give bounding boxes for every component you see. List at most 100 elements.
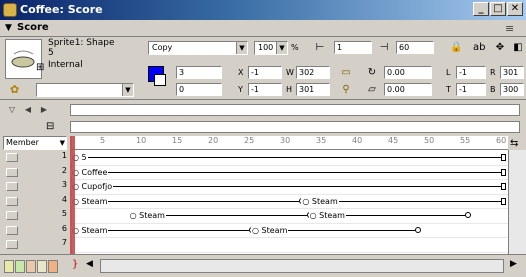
marker-menu-icon[interactable]: ▽ [4, 103, 20, 117]
ruler-tick: 10 [136, 136, 147, 145]
sprite-color-swatch[interactable] [48, 260, 58, 273]
h-field[interactable]: 301 [296, 83, 330, 96]
sprite-span[interactable] [73, 186, 501, 187]
sprite-color-swatch[interactable] [26, 260, 36, 273]
channel-toggle[interactable] [6, 211, 18, 220]
display-mode-dropdown[interactable]: Member ▼ [3, 136, 67, 150]
sprite-label[interactable]: ○ Steam [251, 225, 289, 235]
start-frame-field[interactable]: 1 [334, 41, 372, 54]
hide-effects-icon[interactable]: ⊟ [46, 121, 54, 132]
channel-gridline [72, 251, 508, 253]
flip-icon[interactable]: ⚲ [340, 84, 352, 96]
sprite-end-marker[interactable] [465, 212, 471, 218]
channel-row[interactable]: 3 [0, 179, 72, 193]
scale-icon[interactable]: ▭ [340, 67, 352, 79]
channel-toggle[interactable] [6, 153, 18, 162]
display-mode-value: Member [6, 138, 39, 147]
channel-toggle[interactable] [6, 196, 18, 206]
sprite-label[interactable]: ○ Cupofjo [71, 182, 114, 191]
start-frame-icon: ⊢ [315, 42, 325, 53]
sprite-color-swatch[interactable] [37, 260, 47, 273]
end-frame-icon: ⊣ [379, 42, 389, 53]
sprite-label[interactable]: ○ Steam [308, 211, 346, 220]
rotation-field[interactable]: 0.00 [384, 66, 432, 79]
t-field[interactable]: -1 [456, 83, 486, 96]
y-label: Y [238, 85, 243, 94]
sprite-label[interactable]: ○ Steam [71, 225, 109, 235]
sprite-span[interactable] [73, 171, 501, 173]
app-icon [3, 3, 17, 17]
background-color-field[interactable]: 0 [176, 83, 222, 96]
channel-toggle[interactable] [6, 240, 18, 249]
sprite-end-marker[interactable] [501, 154, 506, 161]
collapse-triangle-icon[interactable]: ▼ [5, 23, 12, 33]
playhead[interactable] [70, 136, 75, 254]
next-marker-icon[interactable]: ▶ [36, 103, 52, 117]
scroll-left-icon[interactable]: ◀ [86, 259, 93, 269]
skew-field[interactable]: 0.00 [384, 83, 432, 96]
sprite-end-marker[interactable] [501, 183, 506, 190]
behavior-dropdown[interactable]: ▼ [36, 83, 134, 97]
l-label: L [446, 68, 451, 77]
channel-toggle[interactable] [6, 225, 18, 235]
close-button[interactable]: ✕ [507, 2, 523, 16]
sprite-thumbnail [5, 39, 42, 79]
sprite-end-marker[interactable] [501, 168, 506, 176]
marker-toolbar: ▽ ◀ ▶ [0, 99, 526, 119]
minimize-button[interactable]: _ [473, 2, 489, 16]
ink-dropdown[interactable]: Copy ▼ [148, 41, 248, 55]
r-label: R [490, 68, 496, 77]
r-field[interactable]: 301 [500, 66, 524, 79]
channel-row[interactable]: 5 [0, 208, 72, 222]
behavior-icon[interactable]: ✿ [10, 83, 19, 96]
vertical-scrollbar[interactable] [508, 150, 526, 254]
ruler-tick: 5 [100, 136, 106, 145]
sprite-label[interactable]: ○ Coffee [71, 167, 109, 177]
channel-gridline [72, 208, 508, 209]
rotation-icon: ↻ [367, 67, 377, 78]
editable-icon[interactable]: ab [473, 42, 485, 54]
y-field[interactable]: -1 [248, 83, 282, 96]
sprite-label[interactable]: ○ Steam [128, 211, 166, 220]
scroll-right-icon[interactable]: ▶ [510, 259, 517, 269]
sprite-span[interactable] [73, 157, 501, 158]
channel-toggle[interactable] [6, 182, 18, 191]
background-color-chip[interactable] [154, 74, 166, 86]
foreground-color-field[interactable]: 3 [176, 66, 222, 79]
sprite-label[interactable]: ○ Steam [301, 196, 339, 206]
trails-icon[interactable]: ◧ [512, 42, 524, 54]
x-field[interactable]: -1 [248, 66, 282, 79]
score-grid[interactable]: ○ 5 ○ Coffee ○ Cupofjo ○ Steam ○ Steam ○ Stea… [71, 150, 508, 254]
l-field[interactable]: -1 [456, 66, 486, 79]
panel-options-icon[interactable]: ≡ [505, 22, 514, 35]
lock-icon[interactable]: 🔒 [450, 42, 462, 54]
frame-ruler[interactable]: 5 10 15 20 25 30 35 40 45 50 55 60 [72, 136, 508, 150]
channel-row[interactable]: 4 [0, 194, 72, 208]
channel-row[interactable]: 2 [0, 165, 72, 179]
horizontal-scrollbar[interactable] [100, 259, 504, 273]
sprite-end-marker[interactable] [501, 197, 506, 205]
channel-row[interactable]: 1 [0, 150, 72, 164]
blend-dropdown[interactable]: 100 ▼ [254, 41, 288, 55]
markers-channel[interactable] [70, 104, 520, 116]
title-bar[interactable]: Coffee: Score _ □ ✕ [0, 0, 526, 20]
w-field[interactable]: 302 [296, 66, 330, 79]
zoom-icon[interactable]: ⇆ [510, 138, 518, 149]
b-field[interactable]: 300 [500, 83, 524, 96]
sprite-color-swatch[interactable] [4, 260, 14, 273]
end-frame-field[interactable]: 60 [396, 41, 434, 54]
panel-title: Score [17, 22, 49, 33]
channel-row[interactable]: 6 [0, 223, 72, 237]
channel-number: 5 [61, 209, 67, 218]
moveable-icon[interactable]: ✥ [494, 42, 506, 54]
sprite-end-marker[interactable] [414, 226, 421, 233]
maximize-button[interactable]: □ [490, 2, 506, 16]
channel-row[interactable]: 7 [0, 237, 72, 251]
channel-number: 6 [61, 223, 67, 233]
previous-marker-icon[interactable]: ◀ [20, 103, 36, 117]
sprite-color-swatch[interactable] [15, 260, 25, 273]
effects-channel[interactable] [70, 121, 520, 133]
sprite-label[interactable]: ○ Steam [71, 196, 109, 206]
ruler-tick: 45 [388, 136, 399, 145]
channel-toggle[interactable] [6, 167, 18, 177]
